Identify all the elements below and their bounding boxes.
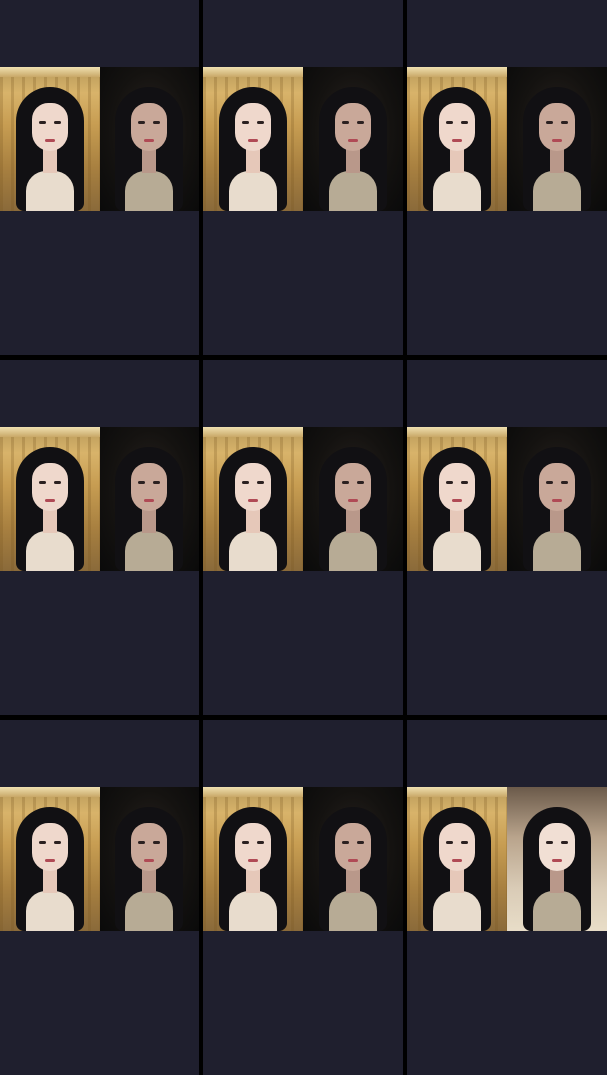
host-video-feed[interactable]: [203, 67, 303, 211]
host-video-feed[interactable]: [407, 427, 507, 571]
person-figure: [417, 793, 497, 931]
person-figure: [213, 433, 293, 571]
split-video-feeds: [0, 67, 199, 211]
split-video-feeds: [203, 67, 403, 211]
call-tile[interactable]: [407, 0, 607, 355]
guest-video-feed[interactable]: [303, 427, 403, 571]
person-figure: [517, 73, 597, 211]
guest-video-feed[interactable]: [507, 787, 607, 931]
split-video-feeds: [203, 787, 403, 931]
split-video-feeds: [407, 427, 607, 571]
call-tile[interactable]: [203, 720, 403, 1075]
person-figure: [109, 433, 189, 571]
call-tile[interactable]: [0, 720, 199, 1075]
person-figure: [213, 73, 293, 211]
person-figure: [313, 793, 393, 931]
video-call-grid: [0, 0, 607, 1075]
guest-video-feed[interactable]: [303, 67, 403, 211]
split-video-feeds: [203, 427, 403, 571]
guest-video-feed[interactable]: [99, 427, 199, 571]
split-video-feeds: [0, 787, 199, 931]
split-video-feeds: [407, 67, 607, 211]
host-video-feed[interactable]: [0, 787, 100, 931]
host-video-feed[interactable]: [407, 787, 507, 931]
person-figure: [417, 433, 497, 571]
guest-video-feed[interactable]: [507, 427, 607, 571]
guest-video-feed[interactable]: [507, 67, 607, 211]
person-figure: [10, 433, 90, 571]
guest-video-feed[interactable]: [303, 787, 403, 931]
person-figure: [517, 433, 597, 571]
call-tile[interactable]: [407, 720, 607, 1075]
host-video-feed[interactable]: [0, 427, 100, 571]
call-tile[interactable]: [0, 0, 199, 355]
person-figure: [417, 73, 497, 211]
split-video-feeds: [407, 787, 607, 931]
split-video-feeds: [0, 427, 199, 571]
person-figure: [10, 793, 90, 931]
person-figure: [517, 793, 597, 931]
call-tile[interactable]: [203, 360, 403, 715]
host-video-feed[interactable]: [203, 787, 303, 931]
host-video-feed[interactable]: [203, 427, 303, 571]
person-figure: [109, 73, 189, 211]
person-figure: [109, 793, 189, 931]
person-figure: [10, 73, 90, 211]
person-figure: [213, 793, 293, 931]
person-figure: [313, 433, 393, 571]
host-video-feed[interactable]: [0, 67, 100, 211]
call-tile[interactable]: [0, 360, 199, 715]
call-tile[interactable]: [407, 360, 607, 715]
host-video-feed[interactable]: [407, 67, 507, 211]
guest-video-feed[interactable]: [99, 787, 199, 931]
person-figure: [313, 73, 393, 211]
guest-video-feed[interactable]: [99, 67, 199, 211]
call-tile[interactable]: [203, 0, 403, 355]
